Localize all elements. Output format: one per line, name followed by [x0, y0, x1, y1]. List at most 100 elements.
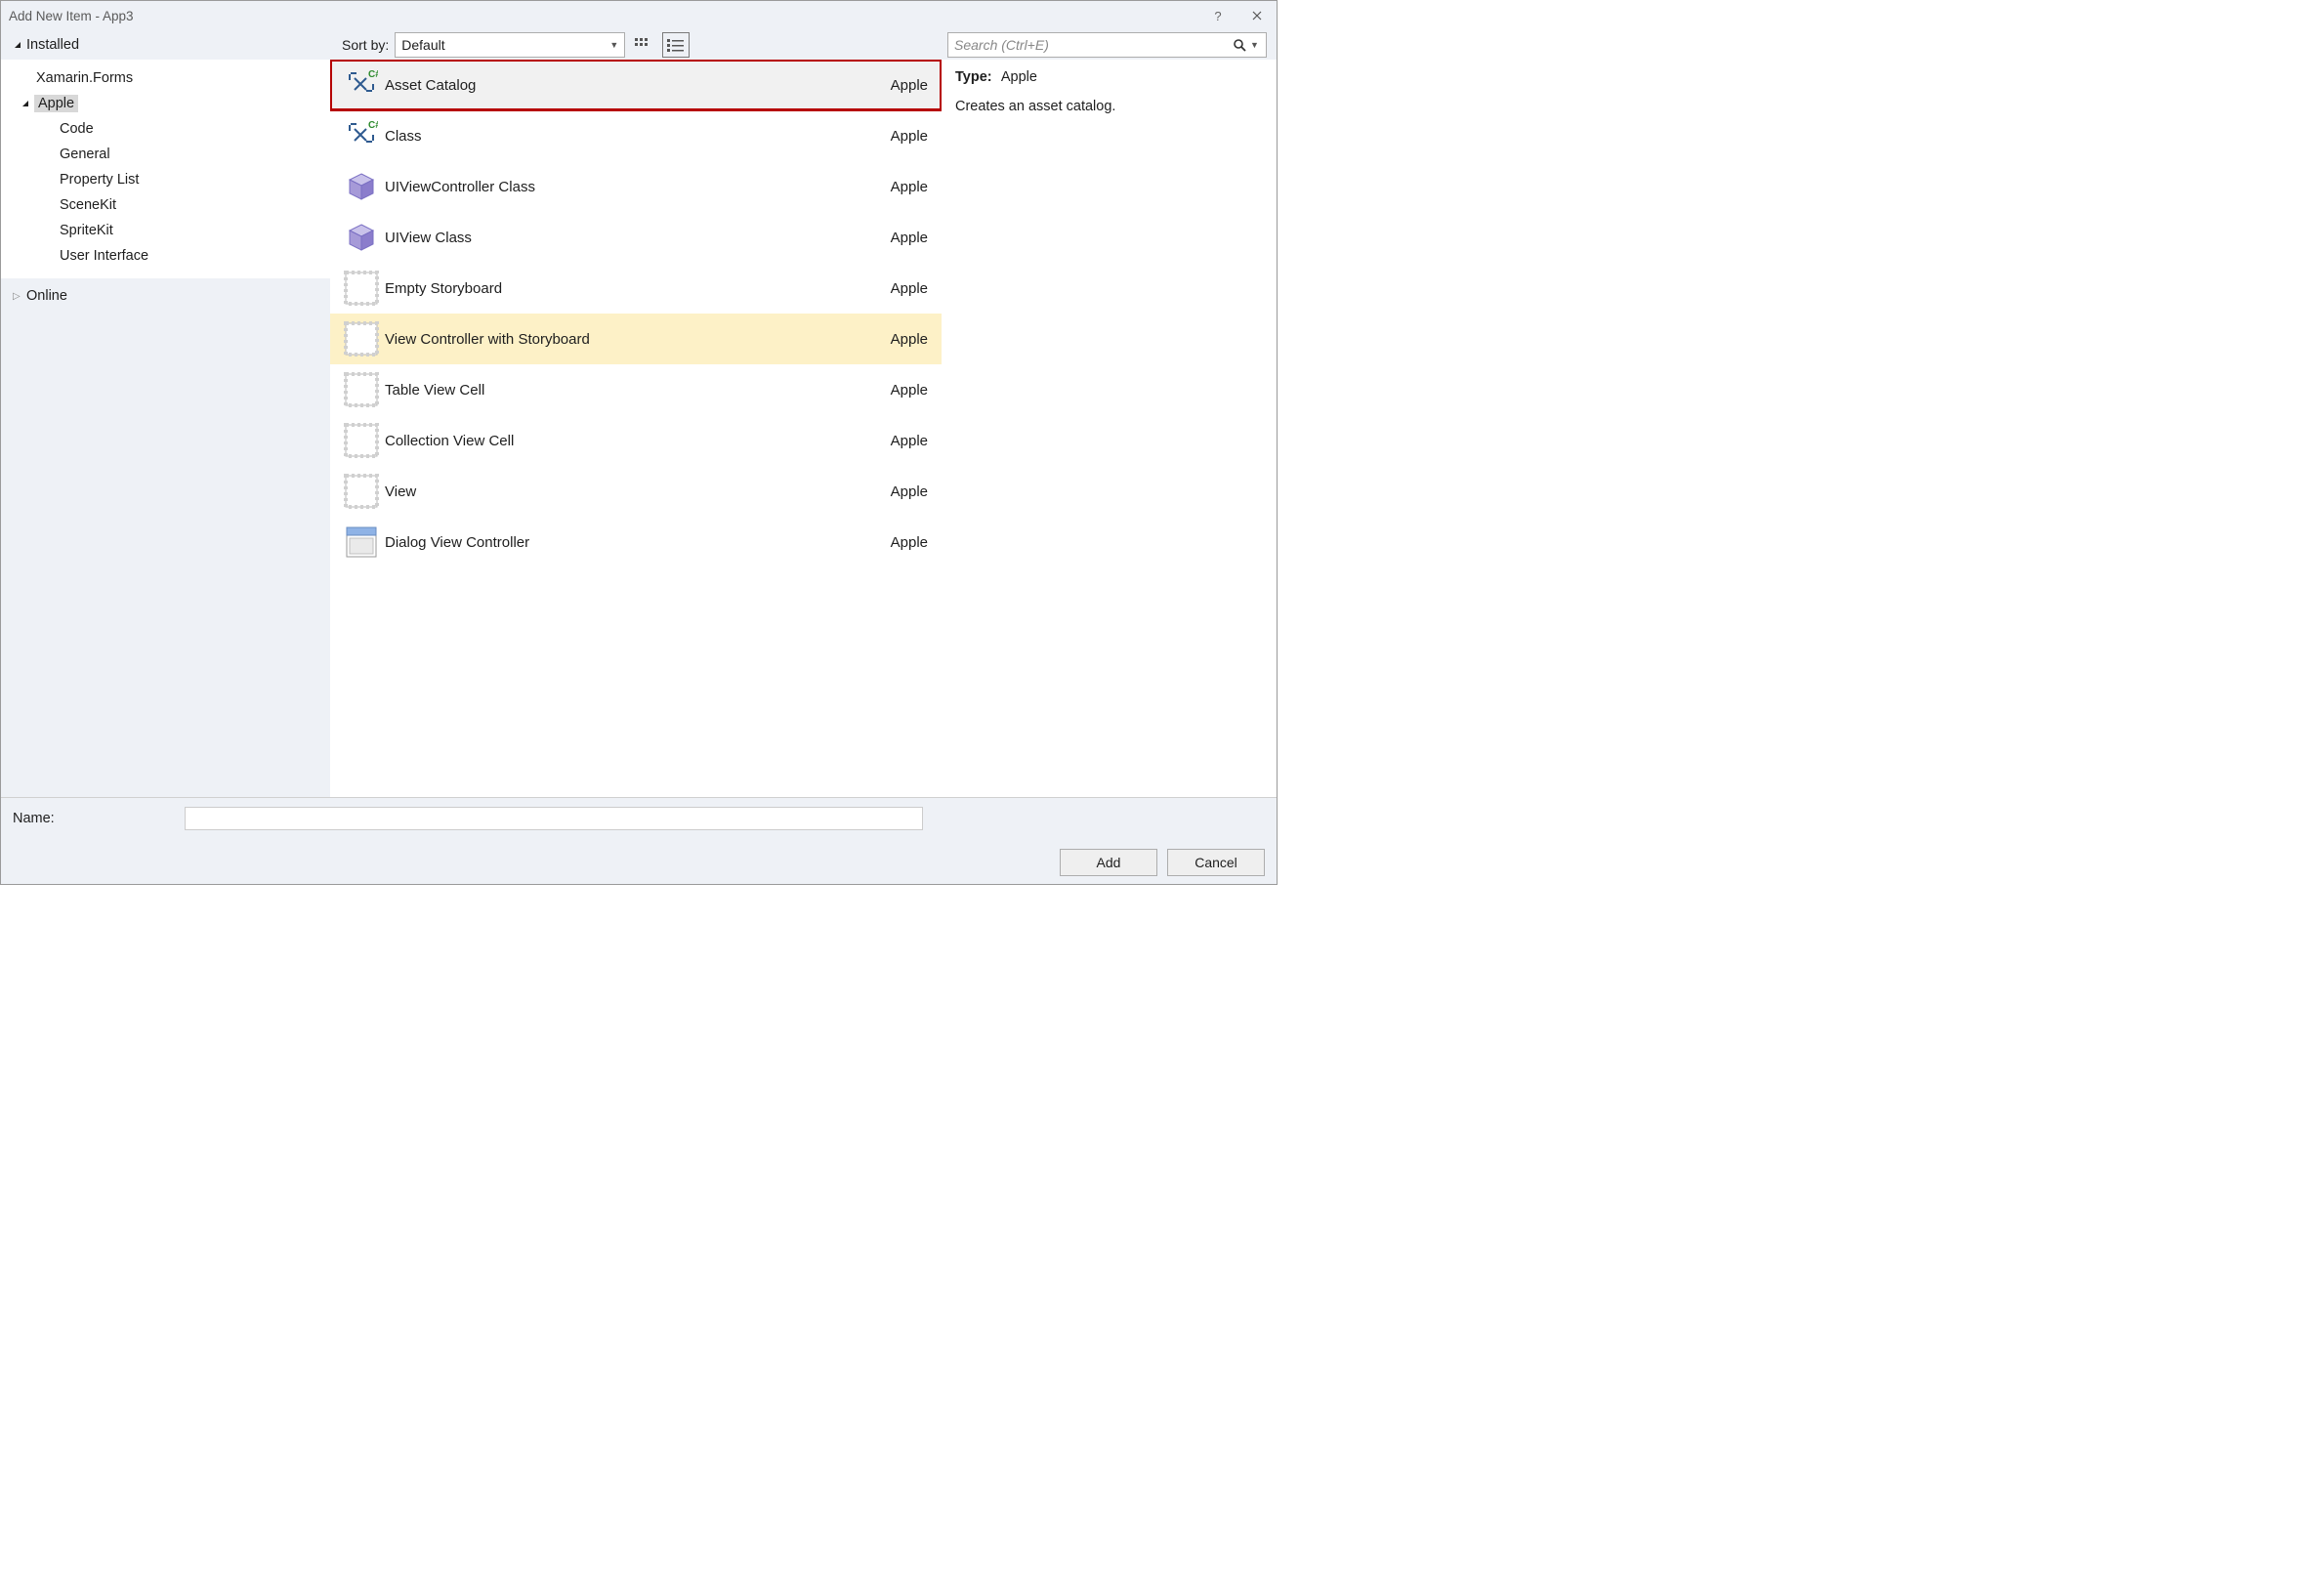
detail-type-label: Type: — [955, 69, 992, 85]
sidebar-online[interactable]: ▷ Online — [1, 282, 330, 310]
template-category: Apple — [891, 483, 928, 500]
category-tree: Xamarin.Forms Apple Code General Property Li… — [1, 60, 330, 278]
sidebar-item[interactable]: SceneKit — [1, 192, 330, 218]
template-item[interactable]: UIViewController ClassApple — [330, 161, 942, 212]
sidebar-item-label: General — [60, 147, 110, 162]
sidebar-item-label: Apple — [34, 95, 78, 112]
svg-text:C#: C# — [368, 69, 378, 80]
search-options-chevron-icon[interactable]: ▼ — [1250, 40, 1266, 50]
template-category: Apple — [891, 534, 928, 551]
cube-icon — [340, 171, 383, 202]
sb-icon — [340, 372, 383, 407]
dialog-window: Add New Item - App3 ? Installed Sort by:… — [0, 0, 1278, 885]
sidebar-item-label: User Interface — [60, 248, 148, 264]
grid-icon — [635, 38, 652, 52]
template-item[interactable]: Dialog View ControllerApple — [330, 517, 942, 567]
sidebar-item[interactable]: Apple — [1, 91, 330, 116]
sidebar-item[interactable]: SpriteKit — [1, 218, 330, 243]
template-name: Class — [383, 128, 891, 145]
add-button[interactable]: Add — [1060, 849, 1157, 876]
sidebar-item[interactable]: Xamarin.Forms — [1, 65, 330, 91]
help-button[interactable]: ? — [1198, 1, 1237, 30]
name-row: Name: — [13, 806, 1265, 831]
sort-area: Sort by: Default ▼ — [342, 32, 1267, 58]
search-box[interactable]: ▼ — [947, 32, 1267, 58]
sort-dropdown[interactable]: Default ▼ — [395, 32, 625, 58]
template-name: UIView Class — [383, 230, 891, 246]
bottom-bar: Name: Add Cancel — [1, 797, 1277, 884]
search-icon — [1229, 38, 1250, 52]
template-category: Apple — [891, 230, 928, 246]
sb-icon — [340, 271, 383, 306]
template-name: Table View Cell — [383, 382, 891, 399]
template-category: Apple — [891, 382, 928, 399]
details-pane: Type: Apple Creates an asset catalog. — [942, 60, 1277, 797]
sidebar-item[interactable]: User Interface — [1, 243, 330, 269]
template-category: Apple — [891, 77, 928, 94]
template-name: Asset Catalog — [383, 77, 891, 94]
collapse-icon — [21, 99, 34, 108]
close-icon — [1252, 11, 1262, 21]
template-name: View — [383, 483, 891, 500]
window-title: Add New Item - App3 — [9, 9, 134, 23]
view-list-button[interactable] — [662, 32, 690, 58]
templates-area: C#Asset CatalogAppleC#ClassAppleUIViewCo… — [330, 60, 1277, 797]
template-list: C#Asset CatalogAppleC#ClassAppleUIViewCo… — [330, 60, 942, 797]
dlg-icon — [340, 525, 383, 560]
detail-type-row: Type: Apple — [955, 69, 1263, 85]
sidebar-item[interactable]: General — [1, 142, 330, 167]
name-label: Name: — [13, 811, 185, 826]
template-name: Dialog View Controller — [383, 534, 891, 551]
main-area: Xamarin.Forms Apple Code General Property Li… — [1, 60, 1277, 797]
sb-icon — [340, 474, 383, 509]
search-input[interactable] — [948, 34, 1229, 56]
sidebar-item[interactable]: Code — [1, 116, 330, 142]
cube-icon — [340, 222, 383, 253]
sidebar-item[interactable]: Property List — [1, 167, 330, 192]
template-name: UIViewController Class — [383, 179, 891, 195]
sidebar: Xamarin.Forms Apple Code General Property Li… — [1, 60, 330, 797]
template-item[interactable]: UIView ClassApple — [330, 212, 942, 263]
sidebar-item-label: Code — [60, 121, 94, 137]
template-item[interactable]: Table View CellApple — [330, 364, 942, 415]
template-name: Collection View Cell — [383, 433, 891, 449]
template-category: Apple — [891, 331, 928, 348]
template-category: Apple — [891, 280, 928, 297]
template-item[interactable]: C# ClassApple — [330, 110, 942, 161]
view-grid-button[interactable] — [631, 33, 656, 57]
detail-type-value: Apple — [1001, 69, 1037, 85]
template-name: View Controller with Storyboard — [383, 331, 891, 348]
chevron-down-icon: ▼ — [609, 40, 618, 50]
sidebar-header[interactable]: Installed — [1, 37, 342, 53]
sidebar-item-label: Property List — [60, 172, 139, 188]
expand-icon: ▷ — [13, 291, 26, 302]
template-item[interactable]: ViewApple — [330, 466, 942, 517]
collapse-icon — [13, 40, 22, 50]
svg-text:C#: C# — [368, 120, 378, 131]
cancel-button[interactable]: Cancel — [1167, 849, 1265, 876]
button-row: Add Cancel — [13, 849, 1265, 876]
titlebar: Add New Item - App3 ? — [1, 1, 1277, 30]
cs-icon: C# — [340, 68, 383, 102]
sidebar-item-label: SceneKit — [60, 197, 116, 213]
cs-icon: C# — [340, 119, 383, 152]
template-item[interactable]: View Controller with StoryboardApple — [330, 314, 942, 364]
name-input[interactable] — [185, 807, 923, 830]
template-item[interactable]: Empty StoryboardApple — [330, 263, 942, 314]
close-button[interactable] — [1237, 1, 1277, 30]
template-category: Apple — [891, 179, 928, 195]
sidebar-item-label: Xamarin.Forms — [36, 70, 133, 86]
template-item[interactable]: C# Asset CatalogApple — [330, 60, 942, 110]
sidebar-online-label: Online — [26, 288, 67, 304]
template-item[interactable]: Collection View CellApple — [330, 415, 942, 466]
sort-value: Default — [401, 37, 444, 53]
list-icon — [667, 38, 685, 52]
detail-description: Creates an asset catalog. — [955, 99, 1263, 114]
sidebar-item-label: SpriteKit — [60, 223, 113, 238]
template-category: Apple — [891, 128, 928, 145]
template-category: Apple — [891, 433, 928, 449]
sort-label: Sort by: — [342, 37, 389, 53]
toolbar: Installed Sort by: Default ▼ — [1, 30, 1277, 60]
sidebar-header-label: Installed — [26, 37, 79, 53]
sb-icon — [340, 423, 383, 458]
